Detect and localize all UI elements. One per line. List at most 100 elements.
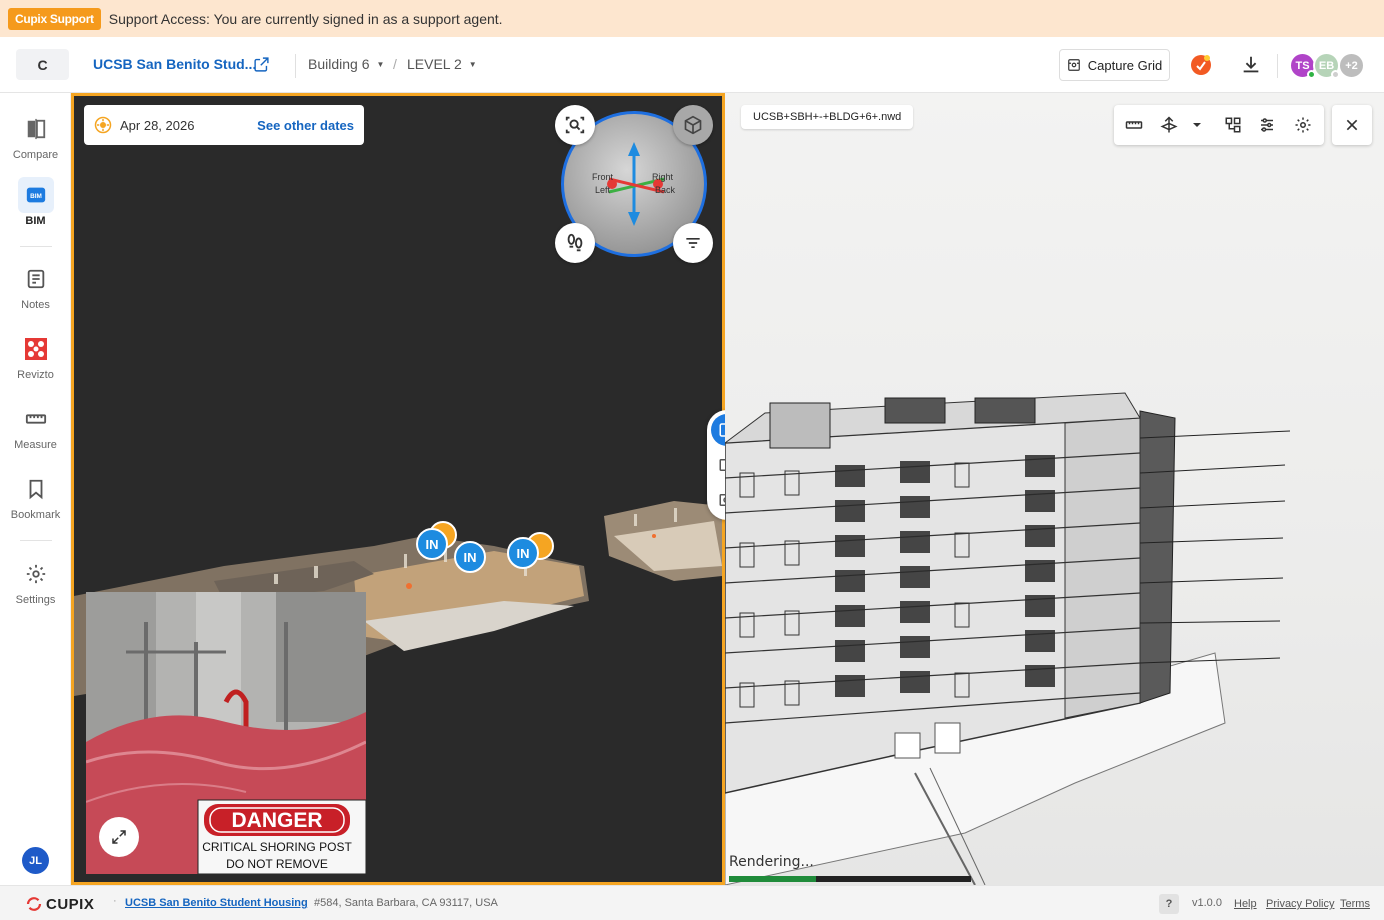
project-name-link[interactable]: UCSB San Benito Stud... xyxy=(93,56,256,72)
sidebar-item-label: Notes xyxy=(21,299,50,311)
ruler-icon xyxy=(18,401,54,437)
revizto-icon xyxy=(18,331,54,367)
header-divider xyxy=(1277,54,1278,78)
download-icon[interactable] xyxy=(1240,54,1262,76)
capture-date-icon xyxy=(94,116,112,134)
compare-icon xyxy=(18,111,54,147)
capture-date-card: Apr 28, 2026 See other dates xyxy=(84,105,364,145)
avatar[interactable]: TS xyxy=(1289,52,1316,79)
gizmo-label-front: Front xyxy=(592,172,614,182)
cupix-logo-icon xyxy=(26,897,42,911)
header-divider xyxy=(295,54,296,78)
model-tree-icon[interactable] xyxy=(1223,115,1243,135)
more-users-count: +2 xyxy=(1345,59,1358,72)
gizmo-label-right: Right xyxy=(652,172,674,182)
photo-preview[interactable]: DANGER CRITICAL SHORING POST DO NOT REMO… xyxy=(86,592,366,874)
section-plane-icon[interactable] xyxy=(1159,115,1179,135)
footer-project-link[interactable]: UCSB San Benito Student Housing xyxy=(125,897,308,909)
bim-viewer[interactable]: UCSB+SBH+-+BLDG+6+.nwd Rendering... xyxy=(725,93,1384,885)
caret-down-icon: ▼ xyxy=(468,59,477,69)
sidebar-item-measure[interactable]: Measure xyxy=(0,401,71,461)
footprints-icon xyxy=(567,233,583,252)
support-banner-text: Support Access: You are currently signed… xyxy=(108,10,503,27)
close-bim-button[interactable] xyxy=(1332,105,1372,145)
cube-icon xyxy=(684,115,702,135)
sidebar-item-notes[interactable]: Notes xyxy=(0,261,71,321)
footer-separator: · xyxy=(303,895,307,907)
sidebar-item-compare[interactable]: Compare xyxy=(0,111,71,171)
sidebar-item-bim[interactable]: BIM BIM xyxy=(0,177,71,237)
footer-separator: · xyxy=(113,895,117,907)
model-file-tag[interactable]: UCSB+SBH+-+BLDG+6+.nwd xyxy=(741,105,914,129)
revizto-sync-icon[interactable] xyxy=(1189,53,1213,77)
sidebar-item-bookmark[interactable]: Bookmark xyxy=(0,471,71,531)
inspection-marker[interactable]: IN xyxy=(416,528,448,560)
filter-button[interactable] xyxy=(673,223,713,263)
capture-grid-label: Capture Grid xyxy=(1087,57,1163,73)
sidebar-item-label: Settings xyxy=(15,594,56,606)
more-users-avatar[interactable]: +2 xyxy=(1338,52,1365,79)
level-selector[interactable]: LEVEL 2 ▼ xyxy=(407,56,477,72)
help-link[interactable]: Help xyxy=(1234,898,1257,910)
scan-search-icon xyxy=(565,116,585,134)
expand-photo-button[interactable] xyxy=(99,817,139,857)
ruler-icon[interactable] xyxy=(1124,115,1144,135)
sidebar-item-settings[interactable]: Settings xyxy=(0,556,71,616)
breadcrumb-separator: / xyxy=(393,56,397,72)
danger-sign-title: DANGER xyxy=(231,809,322,832)
help-question-button[interactable]: ? xyxy=(1159,894,1179,914)
sidebar-item-label: Bookmark xyxy=(10,509,61,521)
building-selector[interactable]: Building 6 ▼ xyxy=(308,56,384,72)
chevron-down-icon[interactable] xyxy=(1187,115,1207,135)
level-label: LEVEL 2 xyxy=(407,56,462,72)
notes-icon xyxy=(18,261,54,297)
find-view-button[interactable] xyxy=(555,105,595,145)
left-sidebar: Compare BIM BIM Notes Revizto Measure Bo… xyxy=(0,93,71,885)
cupix-logo: CUPIX xyxy=(25,895,94,913)
bim-icon: BIM xyxy=(17,177,54,213)
support-banner: Cupix Support Support Access: You are cu… xyxy=(0,0,1384,37)
bim-toolbar xyxy=(1114,105,1324,145)
app-version: v1.0.0 xyxy=(1192,897,1222,909)
workspace-logo-button[interactable]: C xyxy=(16,49,69,80)
gizmo-label-back: Back xyxy=(655,185,676,195)
filter-icon xyxy=(686,238,700,248)
avatar[interactable]: EB xyxy=(1313,52,1340,79)
cupix-brand: CUPIX xyxy=(46,895,95,913)
bim-model-render xyxy=(725,392,1291,885)
walkthrough-button[interactable] xyxy=(555,223,595,263)
avatar-initials: EB xyxy=(1318,59,1335,72)
rendering-status: Rendering... xyxy=(729,854,814,870)
rendering-progress-bar xyxy=(729,876,971,882)
sidebar-item-revizto[interactable]: Revizto xyxy=(0,331,71,391)
external-link-icon[interactable] xyxy=(253,56,270,73)
sidebar-divider xyxy=(20,246,52,247)
svg-text:BIM: BIM xyxy=(30,193,42,200)
bookmark-icon xyxy=(18,471,54,507)
sidebar-item-label: Compare xyxy=(12,149,59,161)
user-avatar[interactable]: JL xyxy=(22,847,49,874)
gear-icon xyxy=(18,556,54,592)
terms-link[interactable]: Terms xyxy=(1340,898,1370,910)
danger-sign-line2: DO NOT REMOVE xyxy=(226,857,328,871)
inspection-marker[interactable]: IN xyxy=(454,541,486,573)
capture-date: Apr 28, 2026 xyxy=(120,117,195,133)
footer-address: #584, Santa Barbara, CA 93117, USA xyxy=(314,897,498,909)
gear-icon[interactable] xyxy=(1293,115,1313,135)
capture-grid-button[interactable]: Capture Grid xyxy=(1059,49,1170,81)
danger-sign-line1: CRITICAL SHORING POST xyxy=(202,840,352,854)
privacy-policy-link[interactable]: Privacy Policy xyxy=(1266,898,1334,910)
expand-icon xyxy=(112,830,126,844)
see-other-dates-link[interactable]: See other dates xyxy=(257,118,354,133)
pointcloud-viewer[interactable]: Apr 28, 2026 See other dates Front Left … xyxy=(71,93,725,885)
3d-view-button[interactable] xyxy=(673,105,713,145)
adjust-sliders-icon[interactable] xyxy=(1257,115,1277,135)
avatar-initials: TS xyxy=(1295,59,1310,72)
support-badge: Cupix Support xyxy=(8,7,101,30)
gizmo-label-left: Left xyxy=(595,185,611,195)
sidebar-item-label: BIM xyxy=(25,215,46,227)
inspection-marker[interactable]: IN xyxy=(507,537,539,569)
building-label: Building 6 xyxy=(308,56,370,72)
close-icon xyxy=(1346,119,1358,131)
top-header: C UCSB San Benito Stud... Building 6 ▼ /… xyxy=(0,37,1384,93)
